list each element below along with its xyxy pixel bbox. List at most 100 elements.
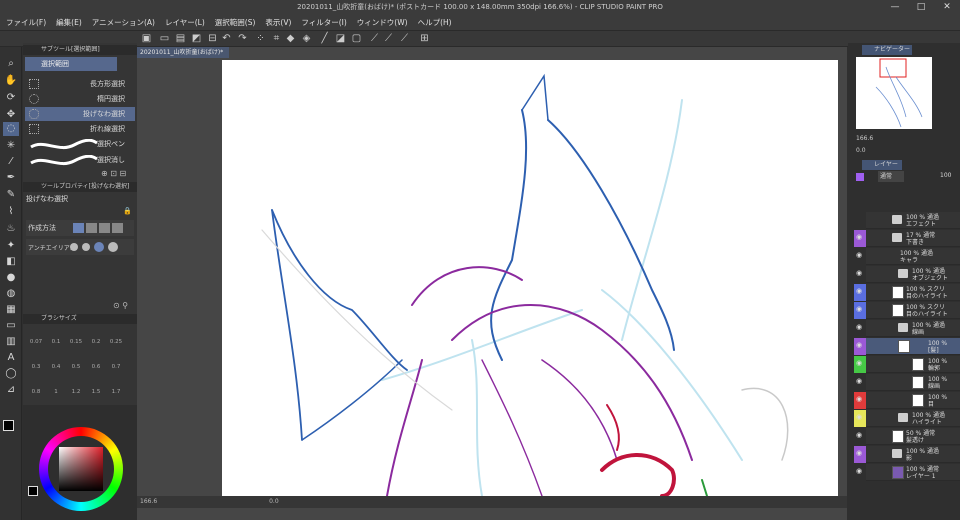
aa-medium-icon[interactable] — [94, 242, 104, 252]
nav-angle[interactable]: 0.0 — [856, 147, 866, 154]
size-cell[interactable]: 1 — [48, 389, 64, 403]
size-cell[interactable]: 0.25 — [108, 339, 124, 353]
menu-help[interactable]: ヘルプ(H) — [418, 17, 452, 28]
undo-icon[interactable]: ↶ — [220, 33, 233, 45]
menu-layer[interactable]: レイヤー(L) — [165, 17, 205, 28]
size-cell[interactable]: 0.7 — [108, 364, 124, 378]
aa-strong-icon[interactable] — [108, 242, 118, 252]
layer-row[interactable]: ◉ 100 % 目 — [854, 392, 960, 409]
hand-tool-icon[interactable]: ✋ — [3, 74, 19, 88]
size-cell[interactable]: 0.5 — [68, 364, 84, 378]
open-file-icon[interactable]: ▤ — [174, 33, 187, 45]
menu-file[interactable]: ファイル(F) — [6, 17, 46, 28]
navigator-tab[interactable]: ナビゲーター — [862, 45, 912, 55]
auto-select-icon[interactable]: ✳ — [3, 139, 19, 153]
eyedropper-icon[interactable]: ⁄ — [3, 155, 19, 169]
home-icon[interactable]: ▣ — [140, 33, 153, 45]
size-cell[interactable]: 0.07 — [28, 339, 44, 353]
snap-special-icon[interactable]: ⟋ — [382, 33, 395, 45]
size-cell[interactable]: 0.8 — [28, 389, 44, 403]
layer-row[interactable]: 100 % 通過 エフェクト — [854, 212, 960, 229]
wheel-main-color[interactable] — [28, 486, 38, 496]
zoom-tool-icon[interactable]: ⌕ — [3, 57, 19, 71]
eye-icon[interactable]: ◉ — [856, 269, 862, 277]
move-tool-icon[interactable]: ✥ — [3, 108, 19, 122]
eye-icon[interactable]: ◉ — [856, 251, 862, 259]
size-cell[interactable]: 0.2 — [88, 339, 104, 353]
menu-selection[interactable]: 選択範囲(S) — [215, 17, 256, 28]
layer-color-swatch[interactable] — [856, 173, 864, 181]
clear-icon[interactable]: ╱ — [318, 33, 331, 45]
subtool-rect-select[interactable]: 長方形選択 — [25, 77, 135, 91]
main-color-swatch[interactable] — [3, 420, 14, 431]
subtool-select-eraser[interactable]: 選択消し — [25, 153, 135, 169]
eye-icon[interactable]: ◉ — [856, 359, 862, 367]
minimize-button[interactable]: — — [884, 0, 906, 14]
frame-icon[interactable]: ▥ — [3, 335, 19, 349]
menu-edit[interactable]: 編集(E) — [56, 17, 82, 28]
print-icon[interactable]: ⊟ — [206, 33, 219, 45]
snap-grid-icon[interactable]: ⟋ — [398, 33, 411, 45]
intersect-selection-icon[interactable] — [112, 223, 123, 233]
size-cell[interactable]: 0.3 — [28, 364, 44, 378]
subtool-group-tab[interactable]: 選択範囲 — [25, 57, 117, 71]
layer-row-selected[interactable]: ◉ 100 % [髪] — [854, 338, 960, 355]
subtract-selection-icon[interactable] — [99, 223, 110, 233]
layer-row[interactable]: ◉ 100 % 輪郭 — [854, 356, 960, 373]
eye-icon[interactable]: ◉ — [856, 467, 862, 475]
figure-icon[interactable]: ▭ — [3, 319, 19, 333]
layer-row[interactable]: ◉ 100 % スクリ 目のハイライト — [854, 302, 960, 319]
save-icon[interactable]: ◩ — [190, 33, 203, 45]
layer-row[interactable]: ◉ 100 % 通過 ハイライト — [854, 410, 960, 427]
layer-row[interactable]: ◉ 100 % 通過 線画 — [854, 320, 960, 337]
pencil-tool-icon[interactable]: ✎ — [3, 188, 19, 202]
saturation-square[interactable] — [59, 447, 103, 491]
zoom-readout[interactable]: 166.6 — [140, 498, 157, 505]
subtool-lasso-select[interactable]: 投げなわ選択 — [25, 107, 135, 121]
layer-tab[interactable]: レイヤー — [862, 160, 902, 170]
size-cell[interactable]: 0.1 — [48, 339, 64, 353]
clear-outside-icon[interactable]: ◪ — [334, 33, 347, 45]
text-tool-icon[interactable]: A — [3, 351, 19, 365]
document-tab[interactable]: 20201011_山吹折童(おばけ)* — [137, 47, 229, 58]
deselect-icon[interactable]: ⁘ — [254, 33, 267, 45]
grid-icon[interactable]: ⊞ — [418, 33, 431, 45]
menu-window[interactable]: ウィンドウ(W) — [357, 17, 408, 28]
layer-row[interactable]: ◉ 100 % 通常 レイヤー 1 — [854, 464, 960, 481]
nav-zoom[interactable]: 166.6 — [856, 135, 873, 142]
layer-row[interactable]: ◉ 100 % 線画 — [854, 374, 960, 391]
airbrush-icon[interactable]: ♨ — [3, 222, 19, 236]
eye-icon[interactable]: ◉ — [856, 413, 862, 421]
layer-row[interactable]: ◉ 50 % 通常 髪透け — [854, 428, 960, 445]
brush-tool-icon[interactable]: ⌇ — [3, 205, 19, 219]
balloon-icon[interactable]: ◯ — [3, 367, 19, 381]
eye-icon[interactable]: ◉ — [856, 305, 862, 313]
close-button[interactable]: ✕ — [936, 0, 958, 14]
eye-icon[interactable]: ◉ — [856, 449, 862, 457]
crop-icon[interactable]: ⌗ — [270, 33, 283, 45]
aa-none-icon[interactable] — [70, 243, 78, 251]
size-cell[interactable]: 0.15 — [68, 339, 84, 353]
layer-row[interactable]: ◉ 100 % 通過 影 — [854, 446, 960, 463]
snap-ruler-icon[interactable]: ⟋ — [368, 33, 381, 45]
toolprop-settings-icon[interactable]: ⊙ ⚲ — [113, 301, 128, 310]
blend-tool-icon[interactable]: ● — [3, 271, 19, 285]
new-selection-icon[interactable] — [73, 223, 84, 233]
eye-icon[interactable]: ◉ — [856, 377, 862, 385]
redo-icon[interactable]: ↷ — [236, 33, 249, 45]
size-cell[interactable]: 0.6 — [88, 364, 104, 378]
eye-icon[interactable]: ◉ — [856, 323, 862, 331]
subtool-polyline-select[interactable]: 折れ線選択 — [25, 122, 135, 136]
size-cell[interactable]: 1.7 — [108, 389, 124, 403]
canvas-paper[interactable] — [222, 60, 838, 496]
aa-weak-icon[interactable] — [82, 243, 90, 251]
size-cell[interactable]: 1.2 — [68, 389, 84, 403]
eraser-icon[interactable]: ◧ — [3, 255, 19, 269]
lasso-tool-icon[interactable]: ◌ — [3, 122, 19, 136]
fill-tool-icon[interactable]: ◍ — [3, 287, 19, 301]
subtool-ellipse-select[interactable]: 楕円選択 — [25, 92, 135, 106]
eye-icon[interactable]: ◉ — [856, 287, 862, 295]
eye-icon[interactable]: ◉ — [856, 431, 862, 439]
gradient-icon[interactable]: ▦ — [3, 303, 19, 317]
ruler-tool-icon[interactable]: ⊿ — [3, 383, 19, 397]
